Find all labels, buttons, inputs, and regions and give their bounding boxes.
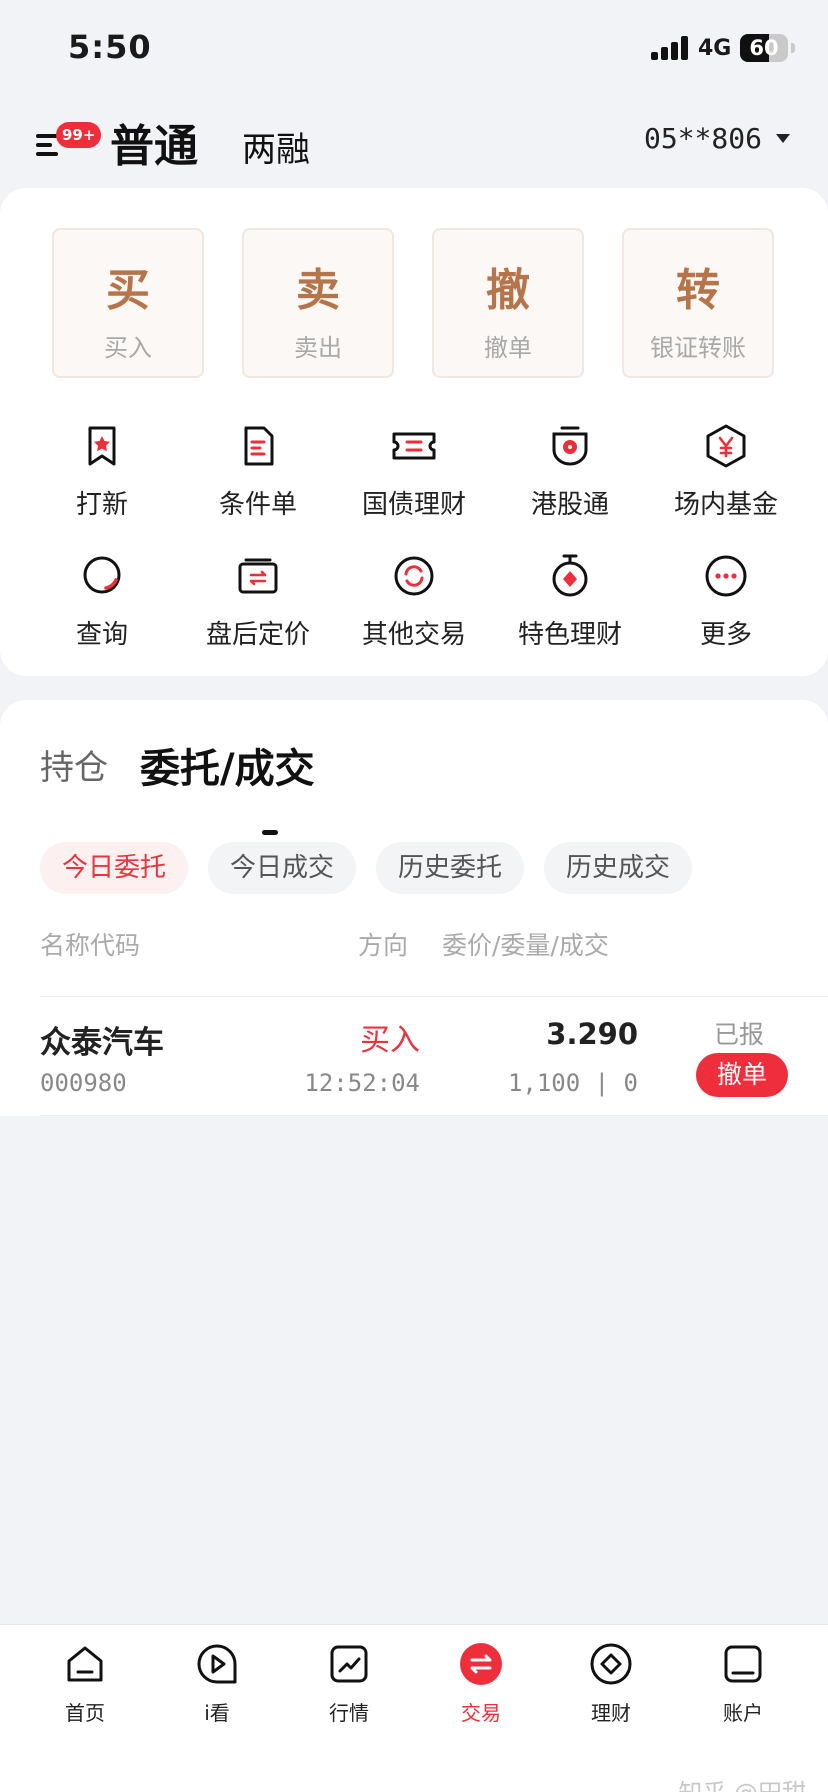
order-direction: 买入 (360, 1023, 420, 1058)
stopwatch-gem-icon (552, 554, 588, 597)
play-circle-icon (197, 1644, 237, 1684)
trade-functions-card: 买 买入 卖 卖出 撤 撤单 转 银证转账 打新 条件单 国债理财 港股通 场内… (0, 188, 828, 676)
trade-header: 99+ 普通 两融 05**806 (0, 100, 828, 190)
func-featured-wealth[interactable]: 特色理财 (490, 550, 650, 651)
hk-flower-icon (552, 426, 588, 466)
sell-glyph: 卖 (296, 265, 340, 316)
func-label: 场内基金 (673, 490, 778, 520)
cancel-order-row-button[interactable]: 撤单 (696, 1053, 788, 1097)
func-label: 其他交易 (361, 620, 466, 650)
func-exchange-fund[interactable]: 场内基金 (646, 420, 806, 521)
chip-today-orders[interactable]: 今日委托 (40, 842, 189, 894)
battery-cap-icon (791, 43, 795, 53)
cancel-glyph: 撤 (486, 265, 530, 316)
chip-today-trades[interactable]: 今日成交 (208, 842, 357, 894)
stock-name: 众泰汽车 (40, 1025, 164, 1061)
col-header-direction: 方向 (358, 931, 409, 960)
chip-history-trades[interactable]: 历史成交 (544, 842, 693, 894)
func-query[interactable]: 查询 (22, 550, 182, 651)
func-label: 港股通 (530, 490, 609, 520)
nav-label: 首页 (65, 1701, 105, 1725)
func-hk-connect[interactable]: 港股通 (490, 420, 650, 521)
order-price: 3.290 (546, 1017, 638, 1051)
buy-label: 买入 (104, 334, 152, 362)
divider (40, 1115, 828, 1116)
order-status: 已报 (713, 1020, 764, 1049)
account-icon (724, 1645, 762, 1683)
cancel-label: 撤单 (484, 334, 532, 362)
table-row[interactable]: 众泰汽车 000980 买入 12:52:04 3.290 1,100 | 0 … (0, 997, 828, 1115)
cellular-signal-icon (651, 36, 691, 60)
func-treasury[interactable]: 国债理财 (334, 420, 494, 521)
func-other-trades[interactable]: 其他交易 (334, 550, 494, 651)
bank-transfer-button[interactable]: 转 银证转账 (622, 228, 774, 378)
nav-i-watch[interactable]: i看 (162, 1641, 272, 1726)
func-ipo[interactable]: 打新 (22, 420, 182, 521)
bookmark-star-icon (88, 426, 116, 466)
tab-normal-account[interactable]: 普通 (110, 110, 198, 174)
status-bar: 5:50 4G 60 (0, 0, 828, 100)
nav-wealth[interactable]: 理财 (556, 1641, 666, 1726)
col-header-price-qty: 委价/委量/成交 (442, 931, 609, 960)
tab-active-indicator (262, 830, 278, 835)
func-label: 更多 (699, 620, 752, 650)
nav-trade[interactable]: 交易 (426, 1641, 536, 1726)
nav-market[interactable]: 行情 (294, 1641, 404, 1726)
func-label: 条件单 (218, 490, 297, 520)
func-label: 国债理财 (361, 490, 466, 520)
cancel-order-button[interactable]: 撤 撤单 (432, 228, 584, 378)
bottom-nav: 首页 i看 行情 交易 理财 账户 知乎 @田甜 (0, 1624, 828, 1792)
battery-level: 60 (749, 36, 779, 60)
trend-chart-icon (330, 1645, 368, 1683)
battery-icon: 60 (740, 34, 788, 62)
col-header-name: 名称代码 (40, 931, 141, 960)
nav-label: i看 (204, 1701, 230, 1725)
buy-glyph: 买 (106, 265, 150, 316)
func-conditional-order[interactable]: 条件单 (178, 420, 338, 521)
watermark: 知乎 @田甜 (678, 1773, 806, 1792)
func-label: 查询 (75, 620, 128, 650)
tab-positions[interactable]: 持仓 (40, 740, 108, 789)
transfer-label: 银证转账 (650, 334, 746, 362)
tab-orders-trades[interactable]: 委托/成交 (140, 736, 315, 794)
func-label: 特色理财 (517, 620, 622, 650)
nav-account[interactable]: 账户 (688, 1641, 798, 1726)
orders-card: 持仓 委托/成交 今日委托 今日成交 历史委托 历史成交 名称代码 方向 委价/… (0, 700, 828, 1116)
func-label: 打新 (75, 490, 128, 520)
document-lines-icon (244, 426, 274, 466)
more-dots-icon (705, 555, 747, 597)
nav-label: 账户 (723, 1701, 763, 1725)
home-icon (67, 1646, 103, 1682)
func-label: 盘后定价 (205, 620, 310, 650)
nav-label: 理财 (591, 1701, 631, 1725)
transfer-glyph: 转 (676, 265, 720, 316)
order-time: 12:52:04 (304, 1069, 420, 1097)
order-quantity: 1,100 | 0 (507, 1069, 638, 1097)
chip-history-orders[interactable]: 历史委托 (376, 842, 525, 894)
search-query-icon (83, 556, 121, 594)
nav-home[interactable]: 首页 (30, 1641, 140, 1726)
buy-button[interactable]: 买 买入 (52, 228, 204, 378)
func-after-hours-pricing[interactable]: 盘后定价 (178, 550, 338, 651)
tab-margin-account[interactable]: 两融 (242, 122, 310, 171)
func-more[interactable]: 更多 (646, 550, 806, 651)
sell-label: 卖出 (294, 334, 342, 362)
account-id: 05**806 (643, 122, 762, 155)
ticket-icon (392, 432, 436, 460)
status-time: 5:50 (68, 28, 152, 66)
sell-button[interactable]: 卖 卖出 (242, 228, 394, 378)
exchange-icon (460, 1643, 502, 1685)
network-type: 4G (698, 36, 732, 61)
nav-label: 交易 (461, 1701, 501, 1725)
exchange-box-icon (238, 558, 278, 594)
refresh-circle-icon (394, 556, 434, 596)
caret-down-icon (776, 134, 790, 143)
account-selector[interactable]: 05**806 (644, 122, 790, 155)
nav-label: 行情 (329, 1701, 369, 1725)
stock-code: 000980 (40, 1069, 127, 1097)
yen-hexagon-icon (706, 424, 746, 468)
notification-badge: 99+ (56, 122, 102, 148)
diamond-circle-icon (590, 1643, 632, 1685)
